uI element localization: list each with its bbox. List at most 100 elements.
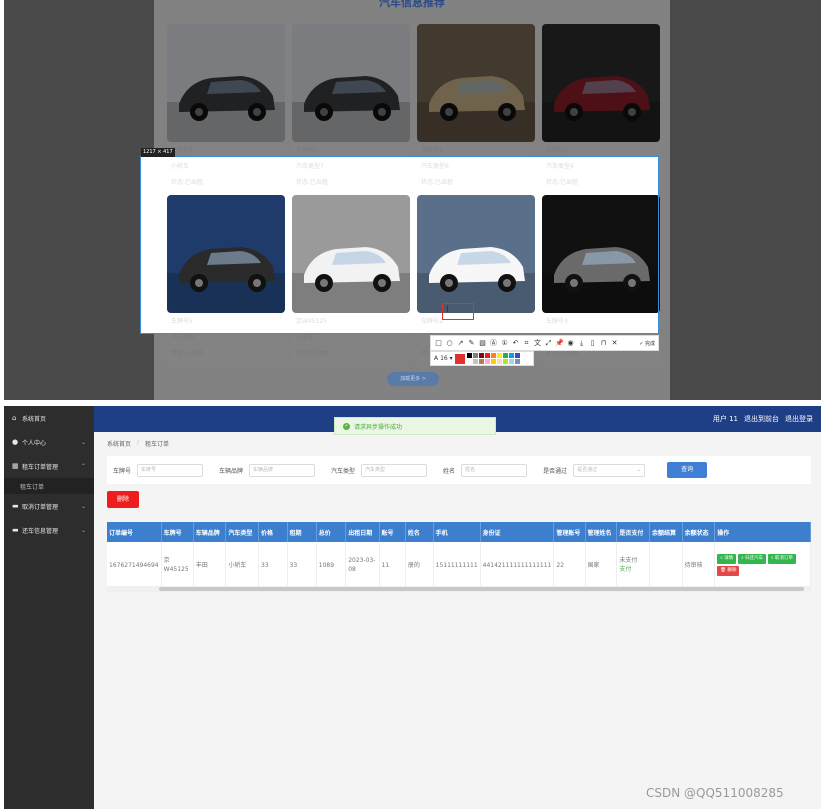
chevron-down-icon: ⌄: [80, 526, 86, 534]
row-delete-button[interactable]: 🗑 删除: [717, 566, 740, 576]
color-swatch[interactable]: [496, 353, 502, 358]
color-swatch[interactable]: [472, 353, 478, 358]
color-swatch[interactable]: [508, 359, 514, 364]
color-swatch[interactable]: [502, 359, 508, 364]
column-header[interactable]: 账号: [379, 522, 406, 542]
car-photo[interactable]: [292, 24, 410, 142]
selection-border[interactable]: [140, 156, 659, 334]
breadcrumb-current: 租车订单: [145, 441, 170, 448]
column-header[interactable]: 价格: [258, 522, 288, 542]
column-header[interactable]: 车牌号: [161, 522, 194, 542]
sidebar-item-rental-orders[interactable]: ▦ 租车订单管理 ⌃: [4, 454, 94, 478]
name-input[interactable]: 姓名: [461, 463, 528, 477]
column-header[interactable]: 出租日期: [345, 522, 380, 542]
translate-icon[interactable]: 文: [533, 338, 542, 348]
brand-filter: 车辆品牌 车辆品牌: [219, 463, 316, 477]
return-car-button[interactable]: ⌕ 归还汽车: [738, 554, 767, 564]
color-swatch[interactable]: [466, 359, 472, 364]
load-more-button[interactable]: 加载更多 >: [387, 372, 439, 386]
type-filter: 汽车类型 汽车类型: [331, 463, 428, 477]
chevron-up-icon: ⌃: [80, 462, 86, 470]
sidebar-item-home[interactable]: ⌂ 系统首页: [4, 406, 94, 430]
color-swatch[interactable]: [484, 353, 490, 358]
column-header[interactable]: 汽车类型: [225, 522, 259, 542]
column-header[interactable]: 车辆品牌: [193, 522, 227, 542]
color-swatch[interactable]: [478, 353, 484, 358]
back-to-front-link[interactable]: 退出到前台: [744, 414, 779, 424]
download-icon[interactable]: ⤓: [577, 339, 586, 348]
sidebar-subitem-rental-order[interactable]: 租车订单: [4, 478, 94, 494]
color-swatch[interactable]: [472, 359, 478, 364]
color-swatch[interactable]: [502, 353, 508, 358]
rectangle-tool-icon[interactable]: □: [434, 339, 443, 347]
ellipse-tool-icon[interactable]: ○: [445, 339, 454, 347]
query-button[interactable]: 查询: [667, 462, 708, 478]
text-style-toolbar: A 16 ▾: [430, 351, 534, 366]
column-header[interactable]: 订单编号: [107, 522, 162, 542]
column-header[interactable]: 是否支付: [616, 522, 650, 542]
search-bar: 车牌号 车牌号 车辆品牌 车辆品牌 汽车类型 汽车类型 姓名 姓名 是否通过 是…: [107, 456, 811, 484]
done-button[interactable]: ✓ 完成: [639, 340, 655, 347]
approval-select[interactable]: 是否通过 ⌄: [573, 463, 646, 477]
font-tool-icon[interactable]: A: [434, 355, 438, 362]
plate-input[interactable]: 车牌号: [137, 463, 204, 477]
number-tool-icon[interactable]: ①: [500, 339, 509, 347]
arrow-tool-icon[interactable]: ↗: [456, 339, 465, 347]
column-header[interactable]: 管理账号: [553, 522, 586, 542]
pay-link[interactable]: 支付: [619, 566, 631, 573]
type-input[interactable]: 汽车类型: [361, 463, 428, 477]
column-header[interactable]: 余额结算: [649, 522, 683, 542]
logout-link[interactable]: 退出登录: [785, 414, 813, 424]
chevron-down-icon: ⌄: [636, 466, 642, 473]
header-user-area: 用户 11 退出到前台 退出登录: [713, 406, 813, 432]
sidebar-item-return-info[interactable]: ▬ 还车信息管理 ⌄: [4, 518, 94, 542]
breadcrumb-home[interactable]: 系统首页: [107, 439, 131, 448]
ocr-icon[interactable]: ⌗: [522, 339, 531, 348]
pin-icon[interactable]: 📌: [555, 339, 564, 347]
color-swatch[interactable]: [514, 359, 520, 364]
column-header[interactable]: 管理姓名: [585, 522, 618, 542]
bookmark-icon[interactable]: ⊓: [599, 339, 608, 347]
brand-input[interactable]: 车辆品牌: [249, 463, 316, 477]
detail-button[interactable]: ⌕ 详情: [717, 554, 737, 564]
scrollbar-thumb[interactable]: [159, 587, 804, 591]
column-header[interactable]: 余额状态: [682, 522, 716, 542]
chevron-down-icon: ⌄: [80, 438, 86, 446]
mosaic-tool-icon[interactable]: ▧: [478, 339, 487, 347]
color-swatch[interactable]: [490, 359, 496, 364]
car-photo[interactable]: [542, 24, 660, 142]
sidebar-item-profile[interactable]: ● 个人中心 ⌄: [4, 430, 94, 454]
undo-icon[interactable]: ↶: [511, 339, 520, 347]
cell-actions: ⌕ 详情 ⌕ 归还汽车 ⌕ 取消订单 🗑 删除: [714, 542, 811, 588]
horizontal-scrollbar[interactable]: [107, 586, 811, 592]
pen-tool-icon[interactable]: ✎: [467, 339, 476, 347]
close-icon[interactable]: ✕: [610, 339, 619, 347]
text-tool-icon[interactable]: Ⓐ: [489, 338, 498, 348]
car-photo[interactable]: [417, 24, 535, 142]
color-swatch[interactable]: [478, 359, 484, 364]
scroll-capture-icon[interactable]: ⤢: [544, 339, 553, 348]
sidebar-item-cancel-orders[interactable]: ▬ 取消订单管理 ⌄: [4, 494, 94, 518]
orders-table-wrap: 订单编号 车牌号 车辆品牌 汽车类型 价格 租期 总价 出租日期 账号 姓名 手机 身份证 管理账号 管理…: [107, 522, 811, 592]
delete-button[interactable]: 删除: [107, 491, 139, 508]
column-header[interactable]: 操作: [714, 522, 811, 542]
column-header[interactable]: 租期: [287, 522, 317, 542]
column-header[interactable]: 总价: [316, 522, 347, 542]
column-header[interactable]: 身份证: [480, 522, 555, 542]
color-swatch[interactable]: [484, 359, 490, 364]
phone-icon[interactable]: ▯: [588, 339, 597, 347]
color-palette[interactable]: [466, 353, 520, 364]
color-swatch[interactable]: [490, 353, 496, 358]
record-icon[interactable]: ◉: [566, 339, 575, 347]
color-swatch[interactable]: [514, 353, 520, 358]
admin-panel: ⌂ 系统首页 ● 个人中心 ⌄ ▦ 租车订单管理 ⌃ 租车订单 ▬ 取消订单管理 ⌄ ▬ 还车信…: [4, 406, 821, 809]
current-color-swatch[interactable]: [454, 353, 465, 364]
cancel-order-button[interactable]: ⌕ 取消订单: [767, 554, 796, 564]
color-swatch[interactable]: [496, 359, 502, 364]
column-header[interactable]: 姓名: [405, 522, 434, 542]
color-swatch[interactable]: [508, 353, 514, 358]
column-header[interactable]: 手机: [433, 522, 481, 542]
car-photo[interactable]: [167, 24, 285, 142]
color-swatch[interactable]: [466, 353, 472, 358]
font-size-select[interactable]: 16 ▾: [440, 355, 453, 362]
